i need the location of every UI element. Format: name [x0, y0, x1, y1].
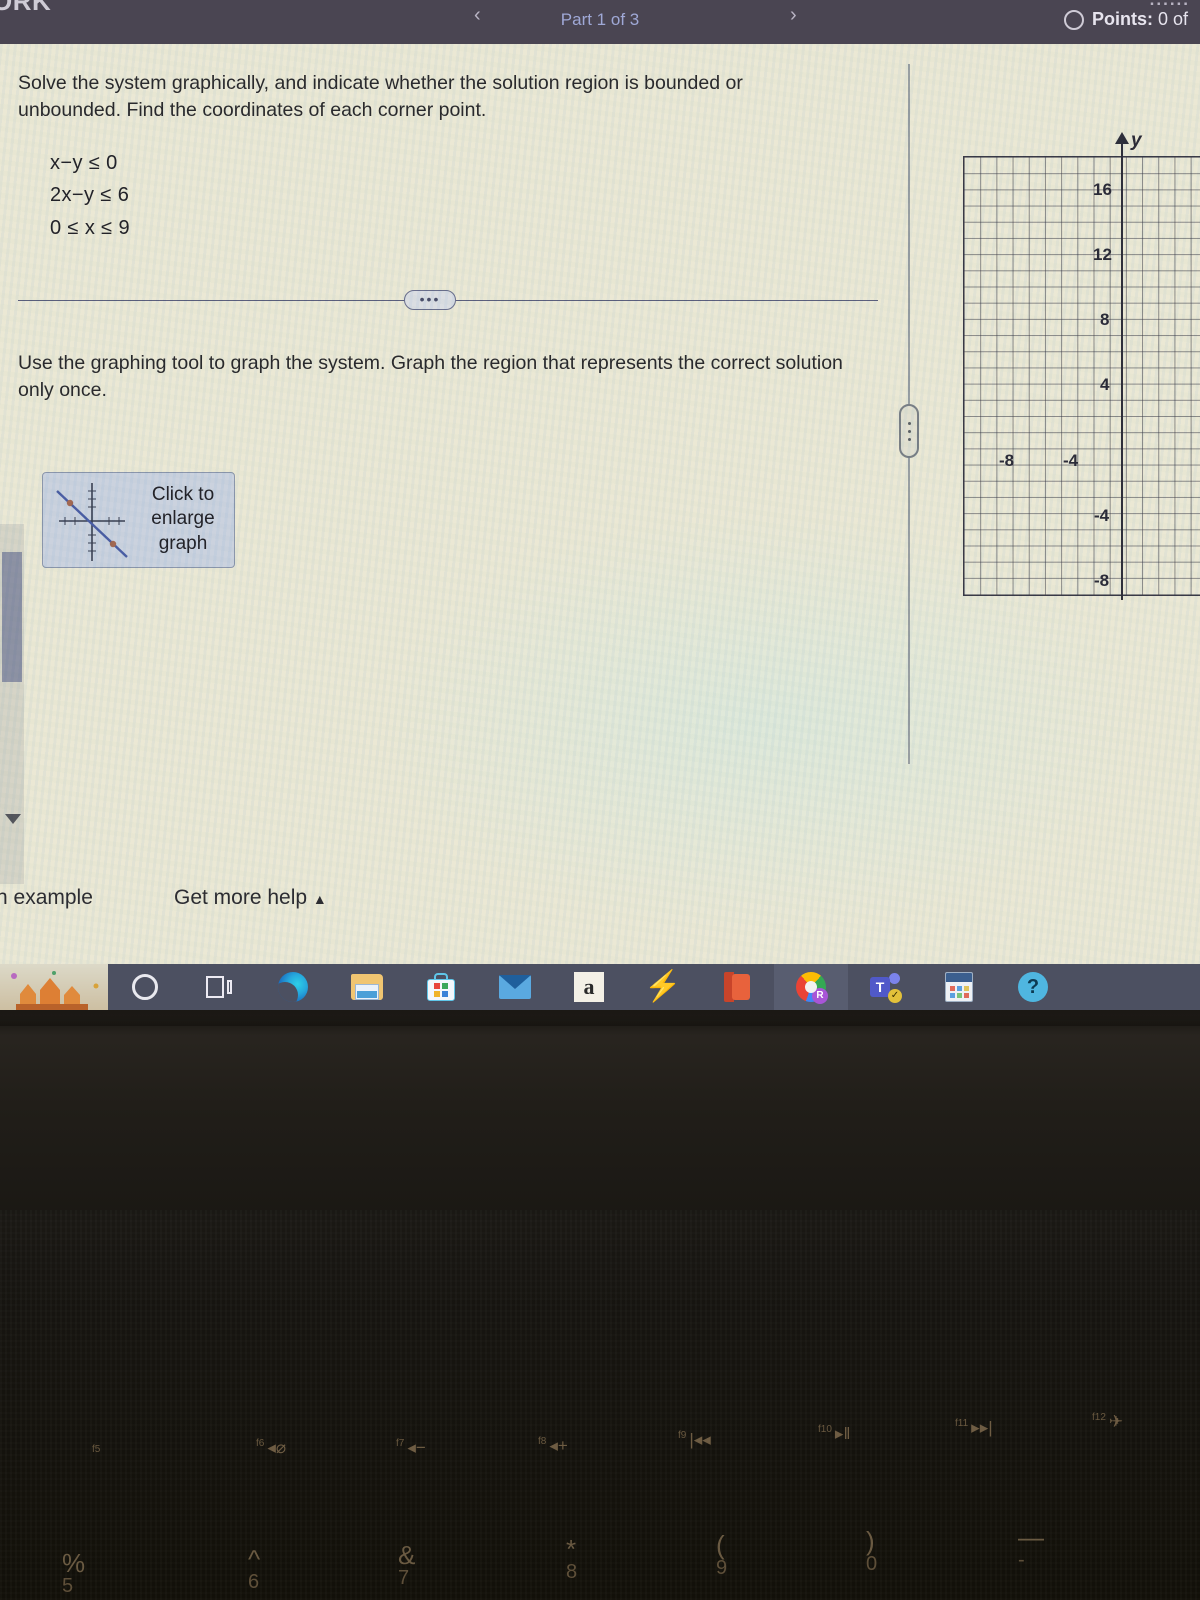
inequality-3: 0 ≤ x ≤ 9: [50, 216, 131, 239]
inequality-1: x−y ≤ 0: [50, 152, 118, 174]
get-more-help-link[interactable]: Get more help ▲: [174, 886, 327, 910]
calculator-icon[interactable]: [922, 964, 996, 1010]
laptop-body: f5 f6 ◂⌀ f7 ◂− f8 ◂+ f9 |◂◂ f10 ▸‖ f11 ▸▸| f12…: [0, 1010, 1200, 1600]
system-of-inequalities: x−y ≤ 0 2x−y ≤ 6 0 ≤ x ≤ 9: [50, 147, 130, 244]
key-f8[interactable]: f8 ◂+: [538, 1436, 568, 1456]
y-tick-neg4: -4: [1094, 506, 1110, 525]
points-label: Points:: [1091, 9, 1153, 29]
points-text: Points: 0 of: [1092, 9, 1188, 30]
view-example-link[interactable]: n example: [0, 886, 93, 910]
scrollbar-thumb[interactable]: [2, 552, 22, 682]
help-icon[interactable]: ?: [996, 964, 1070, 1010]
key-f10[interactable]: f10 ▸‖: [818, 1424, 850, 1444]
key-f5[interactable]: f5: [92, 1444, 103, 1464]
expand-ellipsis-button[interactable]: •••: [404, 290, 456, 310]
content-scrollbar[interactable]: [0, 524, 24, 884]
key-asterisk[interactable]: * 8: [566, 1534, 577, 1584]
desktop-wallpaper-strip: [0, 964, 110, 1010]
scroll-down-arrow-icon[interactable]: [5, 814, 21, 824]
mini-graph-icon: [56, 483, 128, 561]
key-paren-open[interactable]: (9: [716, 1530, 727, 1580]
teams-icon[interactable]: T ✓: [848, 964, 922, 1010]
panel-splitter-handle[interactable]: [899, 404, 919, 458]
file-explorer-icon[interactable]: [330, 964, 404, 1010]
inequality-2: 2x−y ≤ 6: [50, 184, 130, 207]
next-part-button[interactable]: ›: [790, 4, 797, 27]
question-prompt: Solve the system graphically, and indica…: [18, 72, 743, 121]
progress-circle-icon: [1063, 9, 1084, 30]
windows-taskbar[interactable]: a ⚡ R T ✓ ?: [108, 964, 1200, 1010]
function-key-row: f5 f6 ◂⌀ f7 ◂− f8 ◂+ f9 |◂◂ f10 ▸‖ f11 ▸▸| f12…: [0, 1412, 1200, 1478]
graphing-tool-panel[interactable]: y 16 12 8 4 -4 -8 -8 -4: [955, 114, 1200, 614]
key-f7[interactable]: f7 ◂−: [396, 1438, 426, 1458]
question-page: Solve the system graphically, and indica…: [0, 44, 1200, 964]
y-axis-arrow-icon: [1115, 132, 1129, 144]
x-tick-neg8: -8: [999, 451, 1015, 470]
key-f11[interactable]: f11 ▸▸|: [955, 1418, 993, 1438]
key-caret[interactable]: ^ 6: [248, 1544, 260, 1594]
click-to-enlarge-graph-button[interactable]: Click to enlarge graph: [42, 472, 235, 568]
part-indicator: Part 1 of 3: [560, 10, 640, 29]
x-tick-neg4: -4: [1063, 451, 1079, 470]
laptop-screen: ORK ‹ Part 1 of 3 › ...... Points: 0 of …: [0, 0, 1200, 1010]
graphing-instruction: Use the graphing tool to graph the syste…: [18, 352, 843, 401]
number-key-row: % 5 ^ 6 & 7 * 8 (9 ) 0 — -: [0, 1520, 1200, 1600]
grip-dot: [907, 437, 911, 441]
y-tick-16: 16: [1093, 180, 1112, 199]
amazon-letter: a: [574, 972, 604, 1002]
y-tick-8: 8: [1100, 310, 1110, 329]
y-tick-12: 12: [1093, 245, 1112, 264]
key-ampersand[interactable]: & 7: [398, 1540, 415, 1590]
key-paren-close[interactable]: ) 0: [866, 1526, 877, 1576]
question-footer: n example Get more help ▲: [0, 882, 1200, 926]
y-tick-4: 4: [1100, 375, 1110, 394]
edge-icon[interactable]: [256, 964, 330, 1010]
screenshot-root: ORK ‹ Part 1 of 3 › ...... Points: 0 of …: [0, 0, 1200, 1600]
grip-dot: [907, 429, 911, 433]
key-f9[interactable]: f9 |◂◂: [678, 1430, 711, 1450]
key-f12[interactable]: f12 ✈: [1092, 1412, 1123, 1432]
y-tick-neg8: -8: [1094, 571, 1110, 590]
get-more-help-label: Get more help: [174, 886, 308, 909]
y-axis-line: [1121, 140, 1123, 600]
lightning-icon[interactable]: ⚡: [626, 964, 700, 1010]
key-f6[interactable]: f6 ◂⌀: [256, 1438, 286, 1458]
chrome-icon[interactable]: R: [774, 964, 848, 1010]
coordinate-grid[interactable]: [963, 156, 1200, 596]
wallpaper-landmark-icon: [11, 971, 99, 1010]
caret-up-icon: ▲: [312, 891, 327, 907]
app-header-bar: ORK ‹ Part 1 of 3 › ...... Points: 0 of: [0, 0, 1200, 44]
mail-icon[interactable]: [478, 964, 552, 1010]
teams-letter: T: [870, 977, 890, 997]
office-icon[interactable]: [700, 964, 774, 1010]
y-axis-label: y: [1131, 130, 1142, 151]
key-percent[interactable]: % 5: [62, 1548, 85, 1598]
microsoft-store-icon[interactable]: [404, 964, 478, 1010]
laptop-hinge: [0, 1010, 1200, 1026]
points-indicator: Points: 0 of: [1063, 9, 1188, 30]
grip-dot: [907, 421, 911, 425]
enlarge-graph-label: Click to enlarge graph: [151, 484, 215, 554]
amazon-icon[interactable]: a: [552, 964, 626, 1010]
task-view-icon[interactable]: [182, 964, 256, 1010]
key-dash[interactable]: — -: [1018, 1522, 1044, 1572]
help-question-mark: ?: [1018, 972, 1048, 1002]
cortana-icon[interactable]: [108, 964, 182, 1010]
points-value: 0 of: [1157, 9, 1188, 29]
